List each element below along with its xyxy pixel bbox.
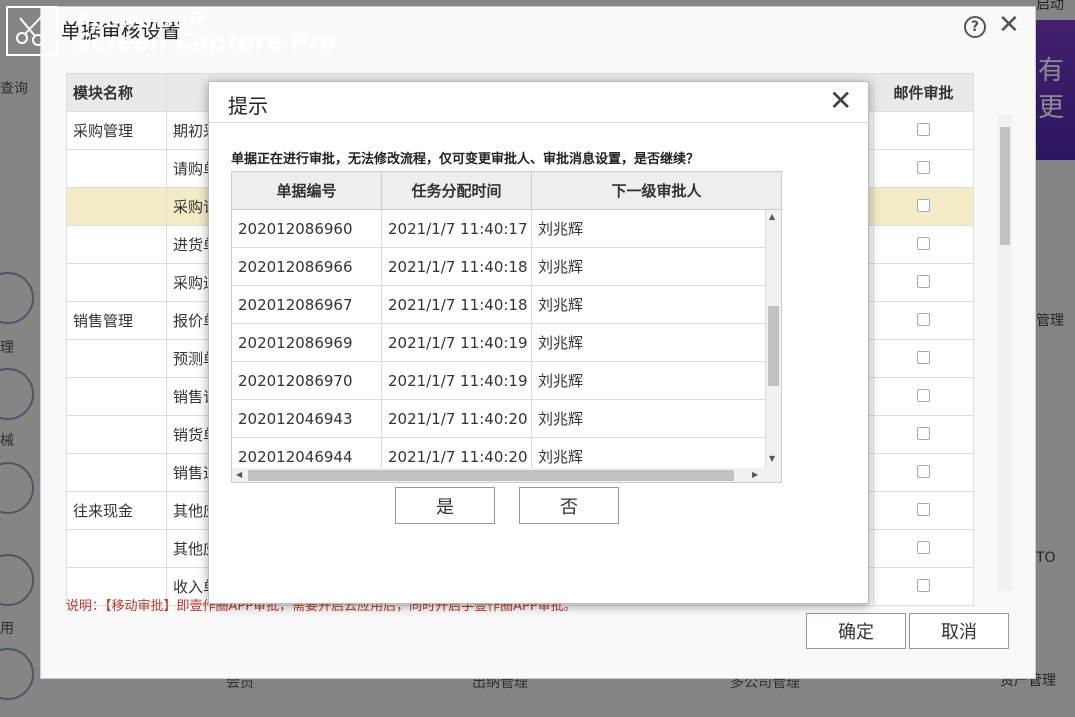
email-approval-cell [873, 225, 974, 264]
next-approver-cell: 刘兆辉 [532, 248, 766, 286]
module-cell [66, 263, 167, 302]
doc-no-cell: 202012086970 [232, 362, 382, 400]
table-row[interactable]: 202012086970 2021/1/7 11:40:19 刘兆辉 [232, 362, 766, 400]
email-approval-cell [873, 263, 974, 302]
column-header-email: 邮件审批 [873, 73, 974, 112]
email-approval-checkbox[interactable] [917, 388, 930, 402]
scissors-icon [6, 6, 58, 56]
module-cell [66, 149, 167, 188]
yes-button[interactable]: 是 [395, 487, 495, 524]
watermark-product: Screen Capture Pro [74, 28, 337, 56]
assign-time-cell: 2021/1/7 11:40:18 [382, 286, 532, 324]
doc-no-cell: 202012086960 [232, 210, 382, 248]
table-row[interactable]: 202012086966 2021/1/7 11:40:18 刘兆辉 [232, 248, 766, 286]
cancel-button[interactable]: 取消 [909, 613, 1009, 649]
assign-time-cell: 2021/1/7 11:40:20 [382, 438, 532, 468]
email-approval-cell [873, 111, 974, 150]
module-cell [66, 225, 167, 264]
scroll-down-icon[interactable]: ▼ [769, 454, 775, 463]
close-icon[interactable]: ✕ [829, 86, 852, 116]
scroll-right-icon[interactable]: ▶ [752, 470, 758, 479]
module-cell [66, 453, 167, 492]
modal-title: 提示 [228, 94, 268, 118]
next-approver-cell: 刘兆辉 [532, 210, 766, 248]
assign-time-cell: 2021/1/7 11:40:18 [382, 248, 532, 286]
email-approval-checkbox[interactable] [917, 502, 930, 516]
column-header-doc-no: 单据编号 [232, 172, 382, 210]
table-scrollbar[interactable] [998, 115, 1012, 591]
column-header-module: 模块名称 [66, 73, 167, 112]
table-row[interactable]: 202012046943 2021/1/7 11:40:20 刘兆辉 [232, 400, 766, 438]
email-approval-checkbox[interactable] [917, 540, 930, 554]
email-approval-cell [873, 149, 974, 188]
email-approval-cell [873, 567, 974, 606]
modal-message: 单据正在进行审批，无法修改流程，仅可变更审批人、审批消息设置，是否继续？ [231, 152, 700, 167]
email-approval-cell [873, 377, 974, 416]
column-header-next-approver: 下一级审批人 [611, 182, 702, 200]
assign-time-cell: 2021/1/7 11:40:19 [382, 362, 532, 400]
divider [209, 122, 868, 123]
next-approver-cell: 刘兆辉 [532, 286, 766, 324]
email-approval-cell [873, 187, 974, 226]
module-cell [66, 187, 167, 226]
email-approval-cell [873, 529, 974, 568]
email-approval-checkbox[interactable] [917, 160, 930, 174]
grid-vertical-scrollbar[interactable]: ▲ ▼ [766, 210, 781, 468]
email-approval-cell [873, 301, 974, 340]
help-icon[interactable]: ? [964, 16, 986, 38]
grid-body: 202012086960 2021/1/7 11:40:17 刘兆辉 20201208… [232, 210, 766, 468]
email-approval-cell [873, 453, 974, 492]
assign-time-cell: 2021/1/7 11:40:17 [382, 210, 532, 248]
email-approval-checkbox[interactable] [917, 236, 930, 250]
next-approver-cell: 刘兆辉 [532, 400, 766, 438]
module-cell: 采购管理 [66, 111, 167, 150]
doc-no-cell: 202012046944 [232, 438, 382, 468]
confirm-modal: 提示 ✕ 单据正在进行审批，无法修改流程，仅可变更审批人、审批消息设置，是否继续… [208, 81, 869, 604]
email-approval-cell [873, 491, 974, 530]
module-cell [66, 339, 167, 378]
document-grid: 单据编号 任务分配时间 下一级审批人 202012086960 2021/1/7 … [231, 171, 782, 483]
column-header-assign-time: 任务分配时间 [382, 172, 532, 210]
email-approval-checkbox[interactable] [917, 312, 930, 326]
module-cell [66, 415, 167, 454]
module-cell [66, 529, 167, 568]
assign-time-cell: 2021/1/7 11:40:19 [382, 324, 532, 362]
doc-no-cell: 202012086969 [232, 324, 382, 362]
confirm-button[interactable]: 确定 [806, 613, 906, 649]
email-approval-checkbox[interactable] [917, 122, 930, 136]
table-row[interactable]: 202012046944 2021/1/7 11:40:20 刘兆辉 [232, 438, 766, 468]
table-row[interactable]: 202012086967 2021/1/7 11:40:18 刘兆辉 [232, 286, 766, 324]
table-row[interactable]: 202012086969 2021/1/7 11:40:19 刘兆辉 [232, 324, 766, 362]
email-approval-checkbox[interactable] [917, 198, 930, 212]
email-approval-cell [873, 415, 974, 454]
doc-no-cell: 202012046943 [232, 400, 382, 438]
module-cell: 销售管理 [66, 301, 167, 340]
next-approver-cell: 刘兆辉 [532, 324, 766, 362]
doc-no-cell: 202012086966 [232, 248, 382, 286]
module-cell: 往来现金 [66, 491, 167, 530]
scroll-thumb[interactable] [248, 470, 734, 481]
table-row[interactable]: 202012086960 2021/1/7 11:40:17 刘兆辉 [232, 210, 766, 248]
no-button[interactable]: 否 [519, 487, 619, 524]
close-icon[interactable]: ✕ [998, 10, 1020, 40]
email-approval-checkbox[interactable] [917, 464, 930, 478]
scroll-thumb[interactable] [768, 306, 779, 386]
email-approval-checkbox[interactable] [917, 350, 930, 364]
email-approval-checkbox[interactable] [917, 426, 930, 440]
next-approver-cell: 刘兆辉 [532, 362, 766, 400]
module-cell [66, 377, 167, 416]
scroll-up-icon[interactable]: ▲ [769, 212, 775, 221]
email-approval-cell [873, 339, 974, 378]
grid-horizontal-scrollbar[interactable]: ◀ ▶ [232, 468, 781, 482]
grid-header: 单据编号 任务分配时间 下一级审批人 [232, 172, 781, 210]
assign-time-cell: 2021/1/7 11:40:20 [382, 400, 532, 438]
next-approver-cell: 刘兆辉 [532, 438, 766, 468]
doc-no-cell: 202012086967 [232, 286, 382, 324]
email-approval-checkbox[interactable] [917, 274, 930, 288]
email-approval-checkbox[interactable] [917, 578, 930, 592]
scroll-left-icon[interactable]: ◀ [236, 470, 242, 479]
